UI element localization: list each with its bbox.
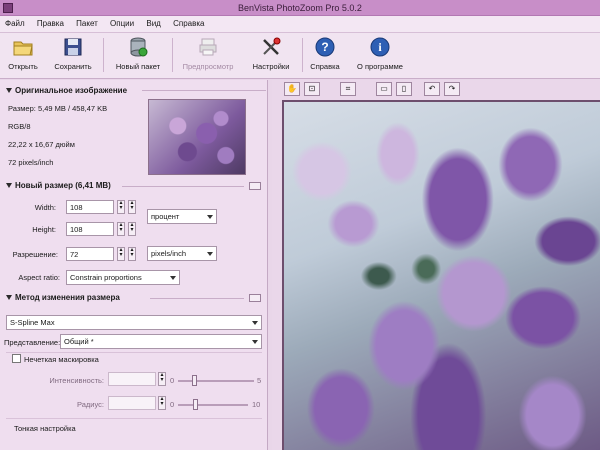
menu-edit[interactable]: Правка bbox=[32, 16, 69, 28]
chevron-down-icon bbox=[252, 340, 258, 344]
open-button[interactable]: Открыть bbox=[4, 36, 42, 76]
group-border bbox=[6, 352, 262, 353]
new-size-header[interactable]: Новый размер (6,41 MB) bbox=[6, 181, 111, 190]
method-options-button[interactable] bbox=[249, 294, 261, 302]
intensity-input[interactable] bbox=[108, 372, 156, 386]
resolution-input[interactable]: 72 bbox=[66, 247, 114, 261]
pan-tool-button[interactable]: ✋ bbox=[284, 82, 300, 96]
toolbar-separator bbox=[172, 38, 173, 72]
menu-batch[interactable]: Пакет bbox=[71, 16, 103, 28]
rotate-left-icon: ↶ bbox=[428, 84, 436, 93]
unsharp-mask-checkbox[interactable] bbox=[12, 354, 21, 363]
height-label: Height: bbox=[32, 225, 56, 234]
split-vertical-icon: ▯ bbox=[401, 84, 407, 93]
save-button[interactable]: Сохранить bbox=[48, 36, 98, 76]
height-stepper[interactable]: ▴ ▾ bbox=[117, 222, 125, 236]
toolbar-separator bbox=[302, 38, 303, 72]
original-image-header[interactable]: Оригинальное изображение bbox=[6, 86, 127, 95]
rotate-right-icon: ↷ bbox=[448, 84, 456, 93]
about-button[interactable]: i О программе bbox=[350, 36, 410, 76]
zoom-icon: ⊡ bbox=[308, 84, 316, 93]
tools-icon bbox=[263, 37, 281, 55]
new-batch-button[interactable]: Новый пакет bbox=[108, 36, 168, 76]
split-horizontal-icon: ▭ bbox=[380, 84, 388, 93]
printer-icon bbox=[199, 38, 217, 56]
chevron-down-icon bbox=[170, 276, 176, 280]
menu-help[interactable]: Справка bbox=[168, 16, 209, 28]
question-icon: ? bbox=[315, 37, 335, 57]
menu-options[interactable]: Опции bbox=[105, 16, 139, 28]
new-size-options-button[interactable] bbox=[249, 182, 261, 190]
zoom-tool-button[interactable]: ⊡ bbox=[304, 82, 320, 96]
height-input[interactable]: 108 bbox=[66, 222, 114, 236]
intensity-max: 5 bbox=[257, 376, 262, 385]
width-stepper[interactable]: ▴ ▾ bbox=[117, 200, 125, 214]
split-horizontal-button[interactable]: ▭ bbox=[376, 82, 392, 96]
original-dimensions: 22,22 x 16,67 дюйм bbox=[8, 140, 75, 149]
crop-icon: ⌗ bbox=[345, 84, 351, 93]
toolbar-separator bbox=[103, 38, 104, 72]
intensity-stepper[interactable]: ▴ ▾ bbox=[158, 372, 166, 386]
title-bar: BenVista PhotoZoom Pro 5.0.2 bbox=[0, 0, 600, 16]
original-resolution: 72 pixels/inch bbox=[8, 158, 54, 167]
folder-icon bbox=[13, 41, 33, 56]
toolbar: Открыть Сохранить Новый пакет Предпросмо… bbox=[0, 33, 600, 79]
preview-image[interactable] bbox=[282, 100, 600, 450]
intensity-slider[interactable] bbox=[178, 380, 254, 382]
radius-input[interactable] bbox=[108, 396, 156, 410]
aspect-ratio-label: Aspect ratio: bbox=[18, 273, 60, 282]
size-unit-select[interactable]: процент bbox=[147, 209, 217, 224]
intensity-slider-thumb[interactable] bbox=[192, 375, 197, 386]
info-icon: i bbox=[370, 37, 390, 57]
resolution-link-toggle[interactable]: ▴ ▾ bbox=[128, 247, 136, 261]
group-border bbox=[6, 418, 262, 419]
intensity-min: 0 bbox=[170, 376, 175, 385]
split-vertical-button[interactable]: ▯ bbox=[396, 82, 412, 96]
algorithm-select[interactable]: S-Spline Max bbox=[6, 315, 262, 330]
width-link-toggle[interactable]: ▴ ▾ bbox=[128, 200, 136, 214]
original-mode: RGB/8 bbox=[8, 122, 31, 131]
chevron-down-icon bbox=[207, 252, 213, 256]
radius-min: 0 bbox=[170, 400, 175, 409]
settings-button[interactable]: Настройки bbox=[244, 36, 298, 76]
help-button[interactable]: ? Справка bbox=[305, 36, 345, 76]
radius-label: Радиус: bbox=[77, 400, 104, 409]
original-size: Размер: 5,49 MB / 458,47 KB bbox=[8, 104, 108, 113]
chevron-down-icon bbox=[207, 215, 213, 219]
radius-slider[interactable] bbox=[178, 404, 248, 406]
section-divider bbox=[150, 298, 244, 299]
aspect-ratio-select[interactable]: Constrain proportions bbox=[66, 270, 180, 285]
resolution-label: Разрешение: bbox=[12, 250, 58, 259]
menu-view[interactable]: Вид bbox=[141, 16, 165, 28]
unsharp-mask-label: Нечеткая маскировка bbox=[24, 355, 99, 364]
height-link-toggle[interactable]: ▴ ▾ bbox=[128, 222, 136, 236]
section-divider bbox=[122, 186, 244, 187]
svg-text:?: ? bbox=[321, 40, 328, 54]
menu-bar: Файл Правка Пакет Опции Вид Справка bbox=[0, 16, 600, 33]
database-icon bbox=[130, 37, 148, 57]
menu-file[interactable]: Файл bbox=[0, 16, 30, 28]
rotate-right-button[interactable]: ↷ bbox=[444, 82, 460, 96]
hand-icon: ✋ bbox=[287, 84, 297, 93]
preview-button[interactable]: Предпросмотр bbox=[176, 36, 240, 76]
radius-stepper[interactable]: ▴ ▾ bbox=[158, 396, 166, 410]
preset-label: Представление: bbox=[4, 338, 61, 347]
crop-tool-button[interactable]: ⌗ bbox=[340, 82, 356, 96]
resize-method-header[interactable]: Метод изменения размера bbox=[6, 293, 120, 302]
window-title: BenVista PhotoZoom Pro 5.0.2 bbox=[238, 3, 362, 13]
section-divider bbox=[142, 90, 266, 91]
original-thumbnail bbox=[148, 99, 246, 175]
resolution-stepper[interactable]: ▴ ▾ bbox=[117, 247, 125, 261]
width-input[interactable]: 108 bbox=[66, 200, 114, 214]
radius-max: 10 bbox=[252, 400, 261, 409]
disk-icon bbox=[64, 38, 82, 56]
chevron-down-icon bbox=[252, 321, 258, 325]
preset-select[interactable]: Общий * bbox=[60, 334, 262, 349]
width-label: Width: bbox=[34, 203, 56, 212]
fine-tuning-label: Тонкая настройка bbox=[14, 424, 76, 433]
radius-slider-thumb[interactable] bbox=[193, 399, 198, 410]
resolution-unit-select[interactable]: pixels/inch bbox=[147, 246, 217, 261]
rotate-left-button[interactable]: ↶ bbox=[424, 82, 440, 96]
intensity-label: Интенсивность: bbox=[49, 376, 104, 385]
